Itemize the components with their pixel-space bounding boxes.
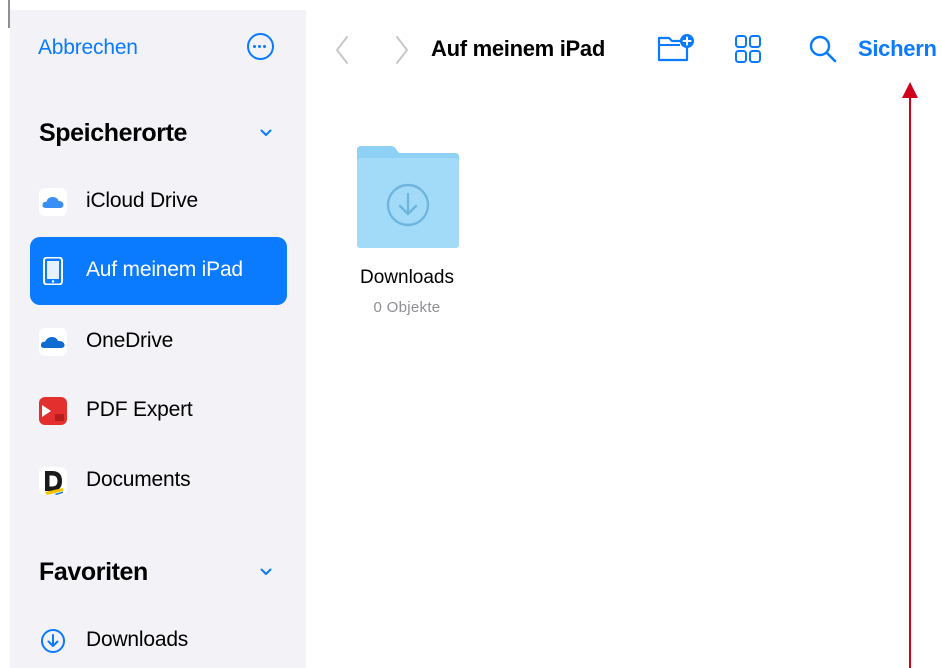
back-chevron-icon[interactable] <box>334 34 350 66</box>
chevron-down-icon[interactable] <box>260 566 272 578</box>
sidebar-header: Abbrechen <box>10 30 306 68</box>
location-title: Auf meinem iPad <box>431 36 605 61</box>
grid-view-icon[interactable] <box>734 34 762 64</box>
sidebar-item-label: Auf meinem iPad <box>86 258 243 281</box>
sidebar-item-downloads[interactable]: Downloads <box>30 607 287 668</box>
section-header-locations[interactable]: Speicherorte <box>10 113 306 153</box>
save-button[interactable]: Sichern <box>858 36 937 62</box>
annotation-arrow-line <box>909 94 911 668</box>
folder-downloads-icon <box>357 146 459 248</box>
sidebar-item-documents[interactable]: Documents <box>30 447 287 515</box>
sidebar-item-label: iCloud Drive <box>86 189 198 212</box>
pdf-expert-icon <box>39 397 67 425</box>
downloads-icon <box>41 629 65 653</box>
more-options-icon[interactable] <box>247 33 274 60</box>
new-folder-icon[interactable] <box>656 31 696 65</box>
folder-item-count: 0 Objekte <box>373 299 441 316</box>
chevron-down-icon[interactable] <box>260 127 272 139</box>
onedrive-icon <box>39 328 67 356</box>
section-title-favorites: Favoriten <box>39 558 148 586</box>
documents-app-icon <box>39 467 67 495</box>
search-icon[interactable] <box>808 34 838 64</box>
forward-chevron-icon[interactable] <box>394 34 410 66</box>
sidebar-item-label: PDF Expert <box>86 398 193 421</box>
ipad-icon <box>43 257 63 285</box>
sidebar-item-on-my-ipad[interactable]: Auf meinem iPad <box>30 237 287 305</box>
sidebar-item-label: OneDrive <box>86 329 174 352</box>
folder-name: Downloads <box>360 267 454 288</box>
sidebar-item-icloud-drive[interactable]: iCloud Drive <box>30 168 287 236</box>
folder-item[interactable]: Downloads 0 Objekte <box>345 140 469 320</box>
sidebar-item-pdf-expert[interactable]: PDF Expert <box>30 377 287 445</box>
cancel-button[interactable]: Abbrechen <box>38 36 138 60</box>
sidebar-item-onedrive[interactable]: OneDrive <box>30 308 287 376</box>
section-title-locations: Speicherorte <box>39 119 188 147</box>
icloud-icon <box>39 188 67 216</box>
sidebar: Abbrechen Speicherorte iCloud Drive Auf … <box>10 10 306 668</box>
section-header-favorites[interactable]: Favoriten <box>10 552 306 592</box>
sidebar-item-label: Downloads <box>86 628 189 651</box>
sidebar-item-label: Documents <box>86 468 191 491</box>
